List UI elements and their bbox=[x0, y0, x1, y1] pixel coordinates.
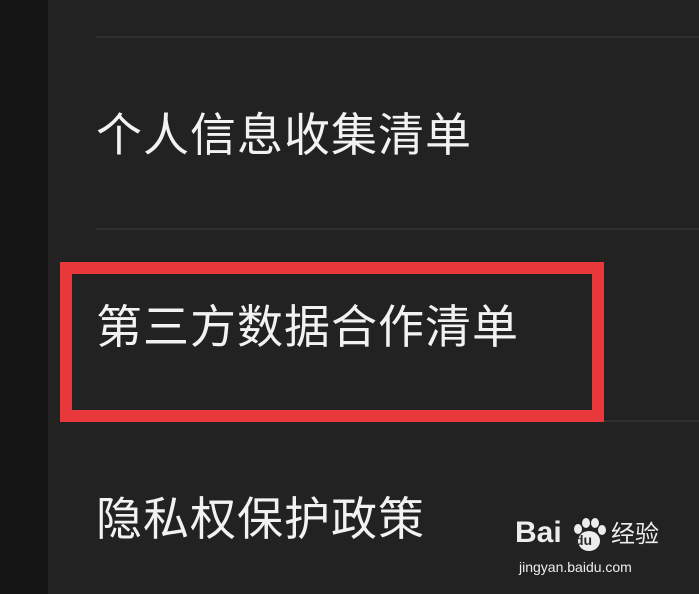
baidu-jingyan-watermark: Bai du 经验 jingyan.baidu.com bbox=[515, 514, 665, 580]
menu-item-personal-info-list[interactable]: 个人信息收集清单 bbox=[48, 60, 699, 210]
divider-1 bbox=[96, 228, 699, 230]
menu-item-label: 第三方数据合作清单 bbox=[96, 300, 519, 354]
menu-item-label: 个人信息收集清单 bbox=[96, 108, 472, 162]
watermark-brand-suffix: 经验 bbox=[611, 520, 659, 548]
watermark-url: jingyan.baidu.com bbox=[519, 559, 632, 575]
left-sidebar-strip bbox=[0, 0, 48, 594]
menu-item-third-party-data-list[interactable]: 第三方数据合作清单 bbox=[48, 250, 699, 400]
watermark-logo-row: Bai du 经验 bbox=[515, 514, 665, 556]
divider-2 bbox=[96, 420, 699, 422]
divider-top bbox=[96, 36, 699, 38]
watermark-brand-du: du bbox=[575, 532, 593, 548]
settings-list-screen: 个人信息收集清单 第三方数据合作清单 隐私权保护政策 Bai du 经验 jin… bbox=[0, 0, 699, 594]
watermark-brand-prefix: Bai bbox=[515, 516, 562, 549]
menu-item-label: 隐私权保护政策 bbox=[96, 492, 425, 546]
